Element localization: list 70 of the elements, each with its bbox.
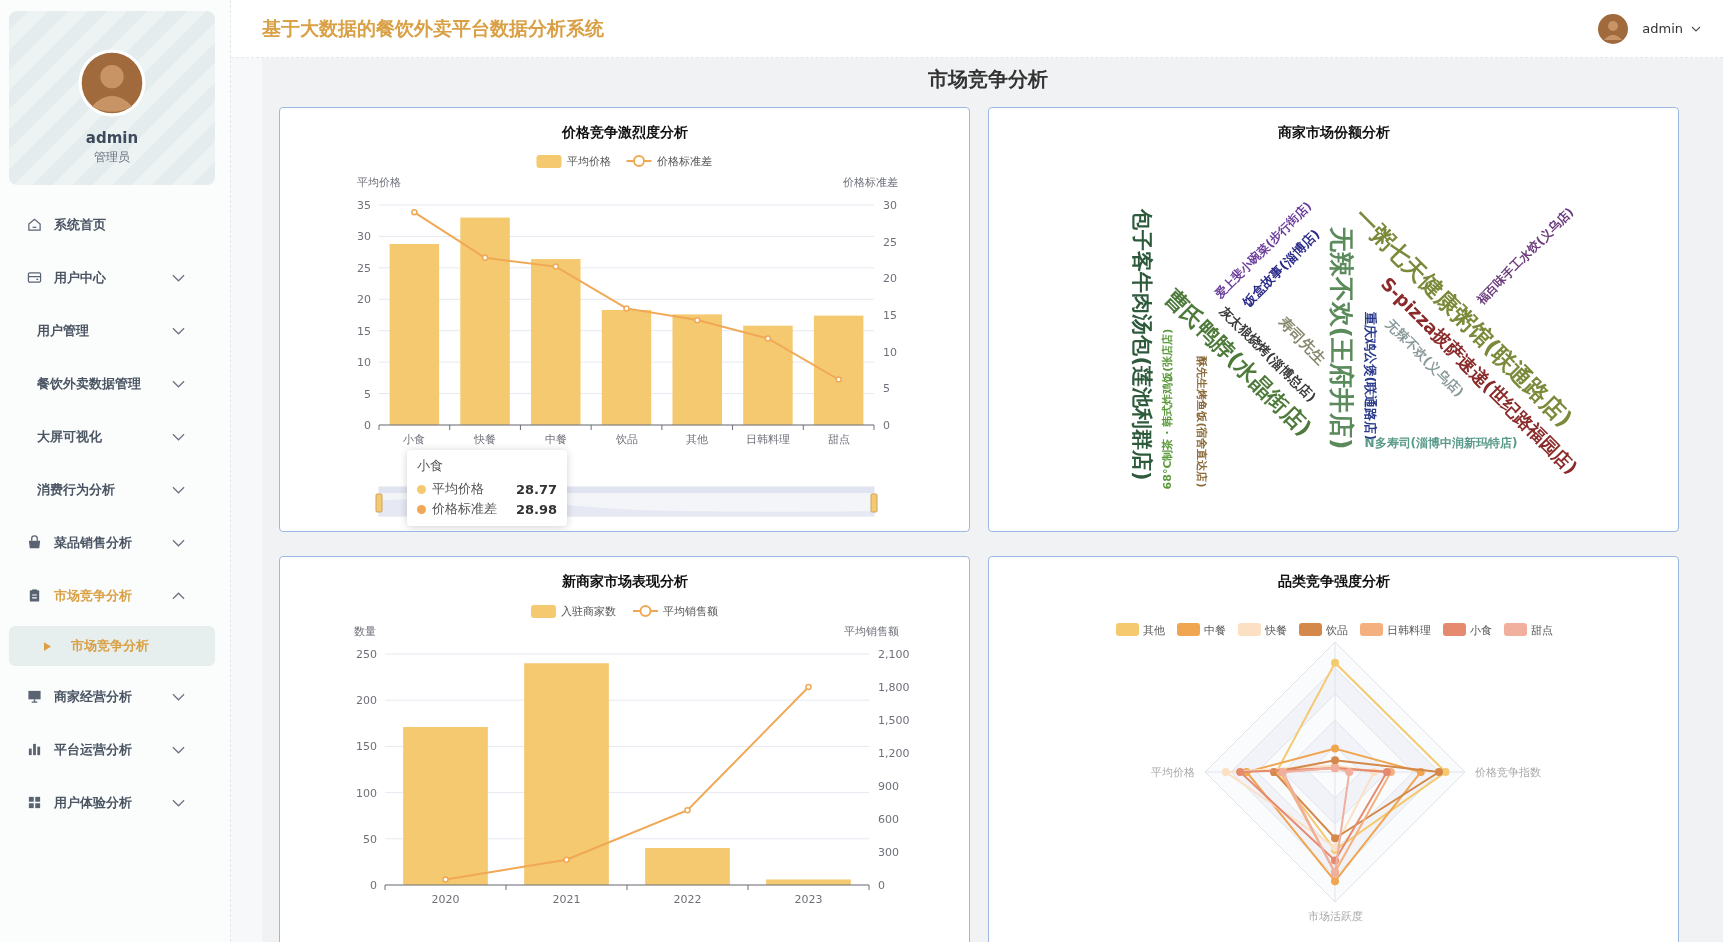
tooltip-value: 28.77: [515, 481, 557, 497]
chart-title: 新商家市场表现分析: [561, 573, 688, 591]
axis-tick-label: 其他: [686, 433, 709, 446]
tooltip-label: 平均价格: [432, 480, 485, 498]
cloud-word: 68°C制茶 · 韩式炸鸡饭(张店店): [1161, 328, 1173, 490]
axis-tick-label: 饮品: [615, 433, 638, 446]
axis-tick-label: 甜点: [827, 433, 850, 446]
axis-tick-label: 20: [883, 272, 897, 286]
user-name: admin: [85, 129, 139, 147]
axis-tick-label: 中餐: [544, 433, 567, 446]
chart-title: 品类竞争强度分析: [1277, 573, 1390, 591]
axis-tick-label: 1,800: [878, 681, 910, 694]
axis-tick-label: 50: [363, 832, 377, 846]
axis-tick-label: 900: [878, 780, 899, 793]
axis-tick-label: 30: [883, 199, 897, 212]
legend-label: 平均价格: [566, 155, 611, 168]
tooltip-title: 小食: [417, 457, 444, 475]
cloud-word: 无辣不欢(王府井店): [1328, 226, 1354, 450]
axis-tick-label: 150: [356, 740, 377, 754]
axis-tick-label: 250: [356, 648, 377, 661]
axis-tick-label: 10: [883, 345, 897, 359]
page-title: 市场竞争分析: [927, 66, 1049, 93]
axis-tick-label: 25: [357, 261, 371, 275]
axis-tick-label: 2022: [673, 893, 702, 906]
axis-tick-label: 20: [357, 293, 371, 307]
axis-tick-label: 0: [883, 419, 890, 432]
axis-tick-label: 100: [356, 786, 377, 800]
axis-tick-label: 日韩料理: [745, 433, 790, 446]
chart-title: 价格竞争激烈度分析: [561, 124, 688, 142]
axis-label: 价格竞争指数: [1475, 766, 1541, 779]
axis-tick-label: 2020: [431, 893, 460, 906]
cloud-word: 包子客牛肉汤包(莲池利群店): [1130, 209, 1152, 481]
axis-tick-label: 600: [878, 813, 899, 826]
legend-label: 入驻商家数: [561, 605, 616, 618]
axis-title: 平均价格: [357, 176, 401, 189]
axis-tick-label: 25: [883, 235, 897, 249]
cloud-word: 酥先生烤鱼饭(宿舍直达店): [1195, 356, 1207, 488]
tooltip-label: 价格标准差: [432, 500, 498, 518]
axis-tick-label: 1,200: [878, 747, 910, 760]
axis-tick-label: 0: [370, 879, 377, 892]
axis-tick-label: 0: [878, 879, 885, 892]
axis-tick-label: 10: [357, 356, 371, 370]
axis-title: 平均销售额: [843, 625, 899, 638]
tooltip-value: 28.98: [515, 501, 557, 517]
axis-tick-label: 15: [883, 309, 897, 322]
axis-tick-label: 2021: [552, 893, 581, 906]
axis-tick-label: 1,500: [878, 714, 910, 727]
axis-label: 市场活跃度: [1307, 910, 1363, 923]
axis-tick-label: 0: [364, 419, 371, 432]
axis-tick-label: 小食: [403, 433, 426, 446]
legend-label: 价格标准差: [655, 155, 712, 168]
axis-title: 数量: [354, 625, 376, 638]
axis-tick-label: 快餐: [474, 433, 497, 446]
cloud-word: N多寿司(淄博中润新玛特店): [1364, 437, 1518, 449]
chart-title: 商家市场份额分析: [1277, 124, 1390, 142]
axis-tick-label: 2,100: [878, 648, 910, 661]
axis-tick-label: 5: [364, 387, 371, 401]
axis-tick-label: 200: [356, 694, 377, 708]
axis-tick-label: 15: [357, 324, 371, 338]
cloud-word: 福百味手工水饺(义乌店): [1474, 205, 1576, 307]
axis-tick-label: 300: [878, 846, 899, 859]
legend-label: 平均销售额: [663, 605, 718, 618]
axis-tick-label: 2023: [794, 893, 823, 906]
axis-tick-label: 35: [357, 199, 371, 212]
axis-title: 价格标准差: [842, 176, 898, 189]
axis-tick-label: 5: [883, 382, 890, 396]
axis-tick-label: 30: [357, 230, 371, 244]
axis-label: 平均价格: [1151, 766, 1195, 779]
user-role: 管理员: [94, 149, 130, 166]
app-title: 基于大数据的餐饮外卖平台数据分析系统: [262, 15, 604, 41]
